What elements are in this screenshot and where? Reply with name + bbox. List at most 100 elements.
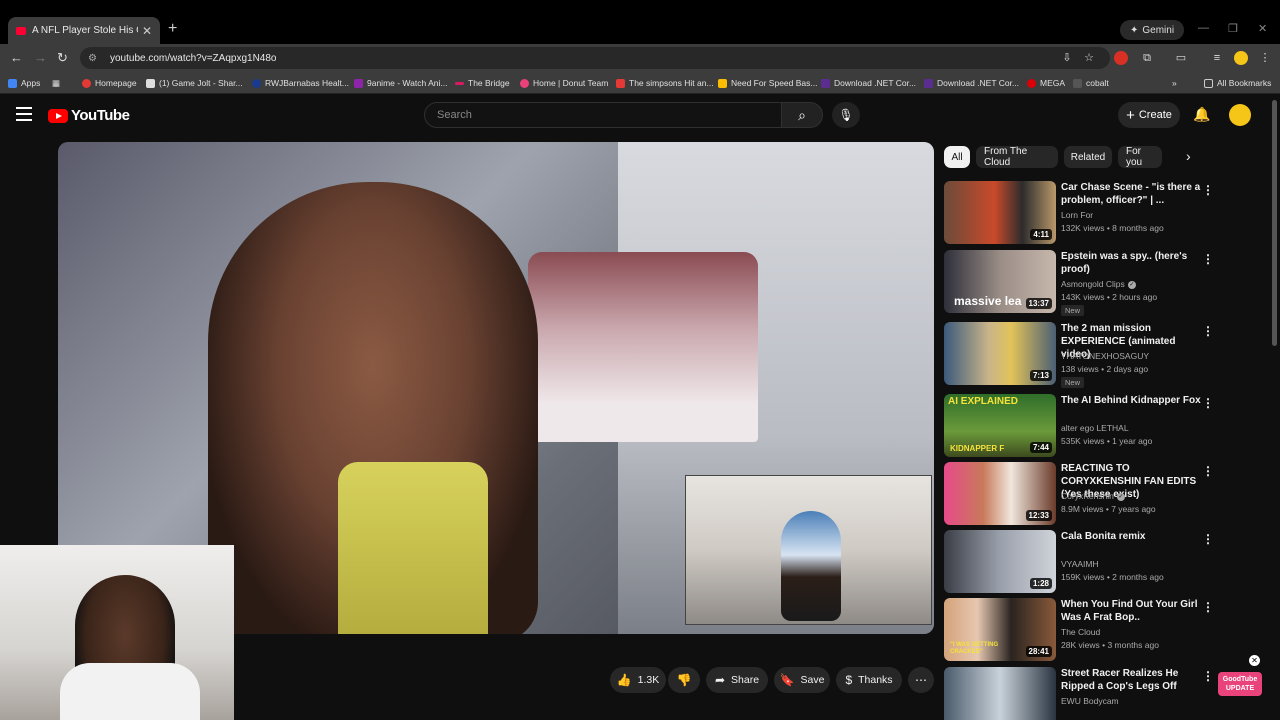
bookmark-9anime[interactable]: 9anime - Watch Ani... <box>354 76 447 90</box>
bookmark-label: (1) Game Jolt - Shar... <box>159 78 243 88</box>
chip-from-the-cloud[interactable]: From The Cloud <box>976 146 1058 168</box>
bookmark-dotnet-1[interactable]: Download .NET Cor... <box>821 76 916 90</box>
recommendation-channel[interactable]: alter ego LETHAL <box>1061 423 1129 433</box>
new-tab-icon[interactable]: + <box>168 20 177 38</box>
recommendation-thumbnail[interactable]: 7:13 <box>944 322 1056 385</box>
chip-all[interactable]: All <box>944 146 970 168</box>
extensions-puzzle-icon[interactable]: ⧉ <box>1140 51 1154 65</box>
recommendation-title[interactable]: Street Racer Realizes He Ripped a Cop's … <box>1061 667 1203 693</box>
search-icon[interactable]: ⌕ <box>781 102 823 128</box>
extension-red-icon[interactable] <box>1114 51 1128 65</box>
bookmark-cobalt[interactable]: cobalt <box>1073 76 1109 90</box>
hamburger-menu-icon[interactable] <box>16 107 32 121</box>
recommendation-thumbnail[interactable]: massive lea 13:37 <box>944 250 1056 313</box>
bookmark-mega[interactable]: MEGA <box>1027 76 1065 90</box>
recommendation-channel[interactable]: Lorn For <box>1061 210 1093 220</box>
recommendation-thumbnail[interactable]: AI EXPLAINED KIDNAPPER F 7:44 <box>944 394 1056 457</box>
more-vertical-icon[interactable]: ⋮ <box>1202 396 1214 410</box>
notifications-bell-icon[interactable]: 🔔 <box>1193 106 1210 123</box>
all-bookmarks[interactable]: All Bookmarks <box>1204 76 1271 90</box>
recommendation-title[interactable]: Cala Bonita remix <box>1061 530 1203 543</box>
more-vertical-icon[interactable]: ⋮ <box>1202 532 1214 546</box>
dislike-button[interactable]: 👎 <box>668 667 700 693</box>
recommendation-item[interactable]: massive lea 13:37 Epstein was a spy.. (h… <box>944 250 1220 316</box>
account-avatar[interactable] <box>1229 104 1251 126</box>
bookmark-donut-team[interactable]: Home | Donut Team <box>520 76 608 90</box>
more-vertical-icon[interactable]: ⋮ <box>1202 600 1214 614</box>
search-input[interactable]: Search <box>424 102 782 128</box>
share-button[interactable]: ➦ Share <box>706 667 768 693</box>
browser-menu-icon[interactable]: ⋮ <box>1258 51 1272 65</box>
reload-icon[interactable]: ↻ <box>57 50 68 66</box>
recommendation-channel[interactable]: Asmongold Clips ✓ <box>1061 279 1136 289</box>
more-vertical-icon[interactable]: ⋮ <box>1202 464 1214 478</box>
recommendation-title[interactable]: The AI Behind Kidnapper Fox <box>1061 394 1203 407</box>
close-icon[interactable]: ✕ <box>1249 655 1260 666</box>
forward-icon[interactable]: → <box>34 50 47 65</box>
bookmark-simpsons[interactable]: The simpsons Hit an... <box>616 76 714 90</box>
bookmark-nfs[interactable]: Need For Speed Bas... <box>718 76 817 90</box>
bookmark-star-icon[interactable]: ☆ <box>1082 51 1096 65</box>
gemini-button[interactable]: ✦ Gemini <box>1120 20 1185 40</box>
recommendation-item[interactable]: Street Racer Realizes He Ripped a Cop's … <box>944 667 1220 720</box>
browser-tab[interactable]: A NFL Player Stole His Girl... - Yo ✕ <box>8 17 160 44</box>
more-vertical-icon[interactable]: ⋮ <box>1202 324 1214 338</box>
more-actions-button[interactable]: ⋯ <box>908 667 934 693</box>
more-bookmarks-icon[interactable]: » <box>1172 76 1177 90</box>
minimize-icon[interactable]: — <box>1198 22 1209 34</box>
bookmark-homepage[interactable]: Homepage <box>82 76 137 90</box>
recommendation-thumbnail[interactable]: 1:28 <box>944 530 1056 593</box>
more-vertical-icon[interactable]: ⋮ <box>1202 669 1214 683</box>
create-button[interactable]: + Create <box>1118 102 1180 128</box>
recommendation-item[interactable]: 4:11 Car Chase Scene - "is there a probl… <box>944 181 1220 245</box>
bridge-icon <box>455 81 464 85</box>
like-button[interactable]: 👍 1.3K <box>610 667 666 693</box>
recommendation-thumbnail[interactable]: "I WAS GETTING CRACKED" 28:41 <box>944 598 1056 661</box>
profile-icon[interactable] <box>1234 51 1248 65</box>
recommendation-channel[interactable]: THATONEXHOSAGUY <box>1061 351 1149 361</box>
bookmark-dotnet-2[interactable]: Download .NET Cor... <box>924 76 1019 90</box>
recommendation-item[interactable]: "I WAS GETTING CRACKED" 28:41 When You F… <box>944 598 1220 662</box>
bookmark-apps[interactable]: Apps <box>8 76 40 90</box>
recommendation-channel[interactable]: The Cloud <box>1061 627 1100 637</box>
recommendation-channel[interactable]: EWU Bodycam <box>1061 696 1119 706</box>
youtube-logo[interactable]: YouTube <box>48 107 130 124</box>
close-tab-icon[interactable]: ✕ <box>142 24 152 38</box>
recommendation-meta: 8.9M views • 7 years ago <box>1061 504 1156 514</box>
window-close-icon[interactable]: ✕ <box>1258 22 1267 35</box>
recommendation-channel[interactable]: CoryxKenshin ✓ <box>1061 491 1125 501</box>
save-button[interactable]: 🔖 Save <box>774 667 830 693</box>
recommendation-channel[interactable]: VYAAIMH <box>1061 559 1099 569</box>
bookmark-rwjbarnabas[interactable]: RWJBarnabas Healt... <box>252 76 349 90</box>
recommendation-item[interactable]: 1:28 Cala Bonita remix VYAAIMH 159K view… <box>944 530 1220 594</box>
scrollbar[interactable] <box>1272 100 1277 346</box>
goodtube-update-badge[interactable]: GoodTube UPDATE <box>1218 672 1262 696</box>
thanks-button[interactable]: $ Thanks <box>836 667 902 693</box>
recommendation-item[interactable]: 12:33 REACTING TO CORYXKENSHIN FAN EDITS… <box>944 462 1220 526</box>
address-bar[interactable]: ⚙ youtube.com/watch?v=ZAqpxg1N48o <box>80 47 1110 69</box>
recommendation-title[interactable]: Epstein was a spy.. (here's proof) <box>1061 250 1203 276</box>
tab-search-icon[interactable]: ▦ <box>52 76 60 90</box>
site-info-icon[interactable]: ⚙ <box>88 53 102 64</box>
microphone-icon[interactable]: 🎙 <box>832 102 860 128</box>
chevron-right-icon[interactable]: › <box>1186 148 1191 164</box>
recommendation-title[interactable]: When You Find Out Your Girl Was A Frat B… <box>1061 598 1203 624</box>
back-icon[interactable]: ← <box>10 50 23 65</box>
recommendation-title[interactable]: Car Chase Scene - "is there a problem, o… <box>1061 181 1203 207</box>
chip-related[interactable]: Related <box>1064 146 1112 168</box>
recommendation-thumbnail[interactable]: 12:33 <box>944 462 1056 525</box>
side-panel-icon[interactable]: ▭ <box>1174 51 1188 65</box>
more-vertical-icon[interactable]: ⋮ <box>1202 183 1214 197</box>
bookmark-the-bridge[interactable]: The Bridge <box>455 76 510 90</box>
recommendation-thumbnail[interactable] <box>944 667 1056 720</box>
recommendation-thumbnail[interactable]: 4:11 <box>944 181 1056 244</box>
recommendation-item[interactable]: AI EXPLAINED KIDNAPPER F 7:44 The AI Beh… <box>944 394 1220 458</box>
more-vertical-icon[interactable]: ⋮ <box>1202 252 1214 266</box>
chip-for-you[interactable]: For you <box>1118 146 1162 168</box>
install-app-icon[interactable]: ⇩ <box>1060 51 1074 65</box>
maximize-icon[interactable]: ❐ <box>1228 22 1238 35</box>
bookmark-gamejolt[interactable]: (1) Game Jolt - Shar... <box>146 76 243 90</box>
media-controls-icon[interactable]: ≡ <box>1210 51 1224 65</box>
cobalt-icon <box>1073 78 1082 88</box>
recommendation-item[interactable]: 7:13 The 2 man mission EXPERIENCE (anima… <box>944 322 1220 388</box>
